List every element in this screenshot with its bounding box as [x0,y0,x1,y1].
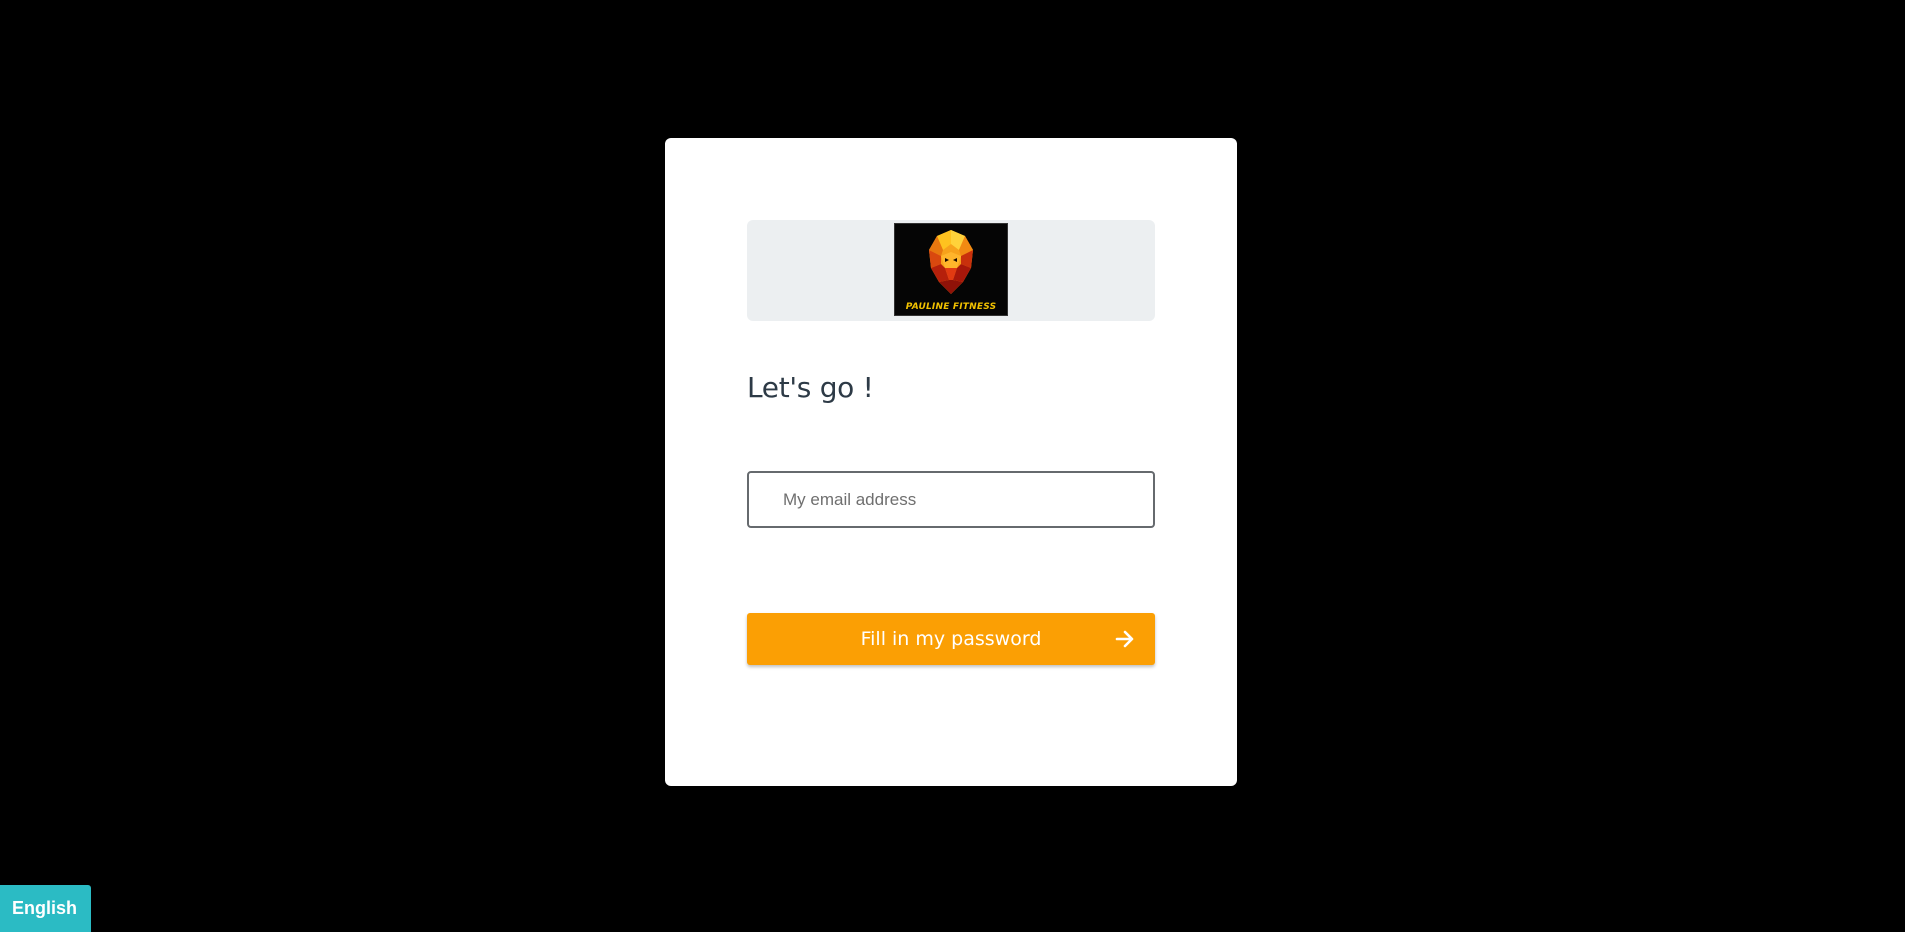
logo-text: PAULINE FITNESS [905,302,997,312]
login-card: PAULINE FITNESS Let's go ! Fill in my pa… [665,138,1237,786]
fill-password-label: Fill in my password [860,628,1042,650]
lion-head-logo-icon [929,230,973,294]
arrow-right-icon [1115,630,1134,648]
logo-banner: PAULINE FITNESS [747,220,1155,321]
email-field[interactable] [747,471,1155,528]
brand-logo: PAULINE FITNESS [894,223,1008,316]
page-title: Let's go ! [747,371,874,404]
fill-password-button[interactable]: Fill in my password [747,613,1155,665]
language-selector[interactable]: English [0,885,91,932]
